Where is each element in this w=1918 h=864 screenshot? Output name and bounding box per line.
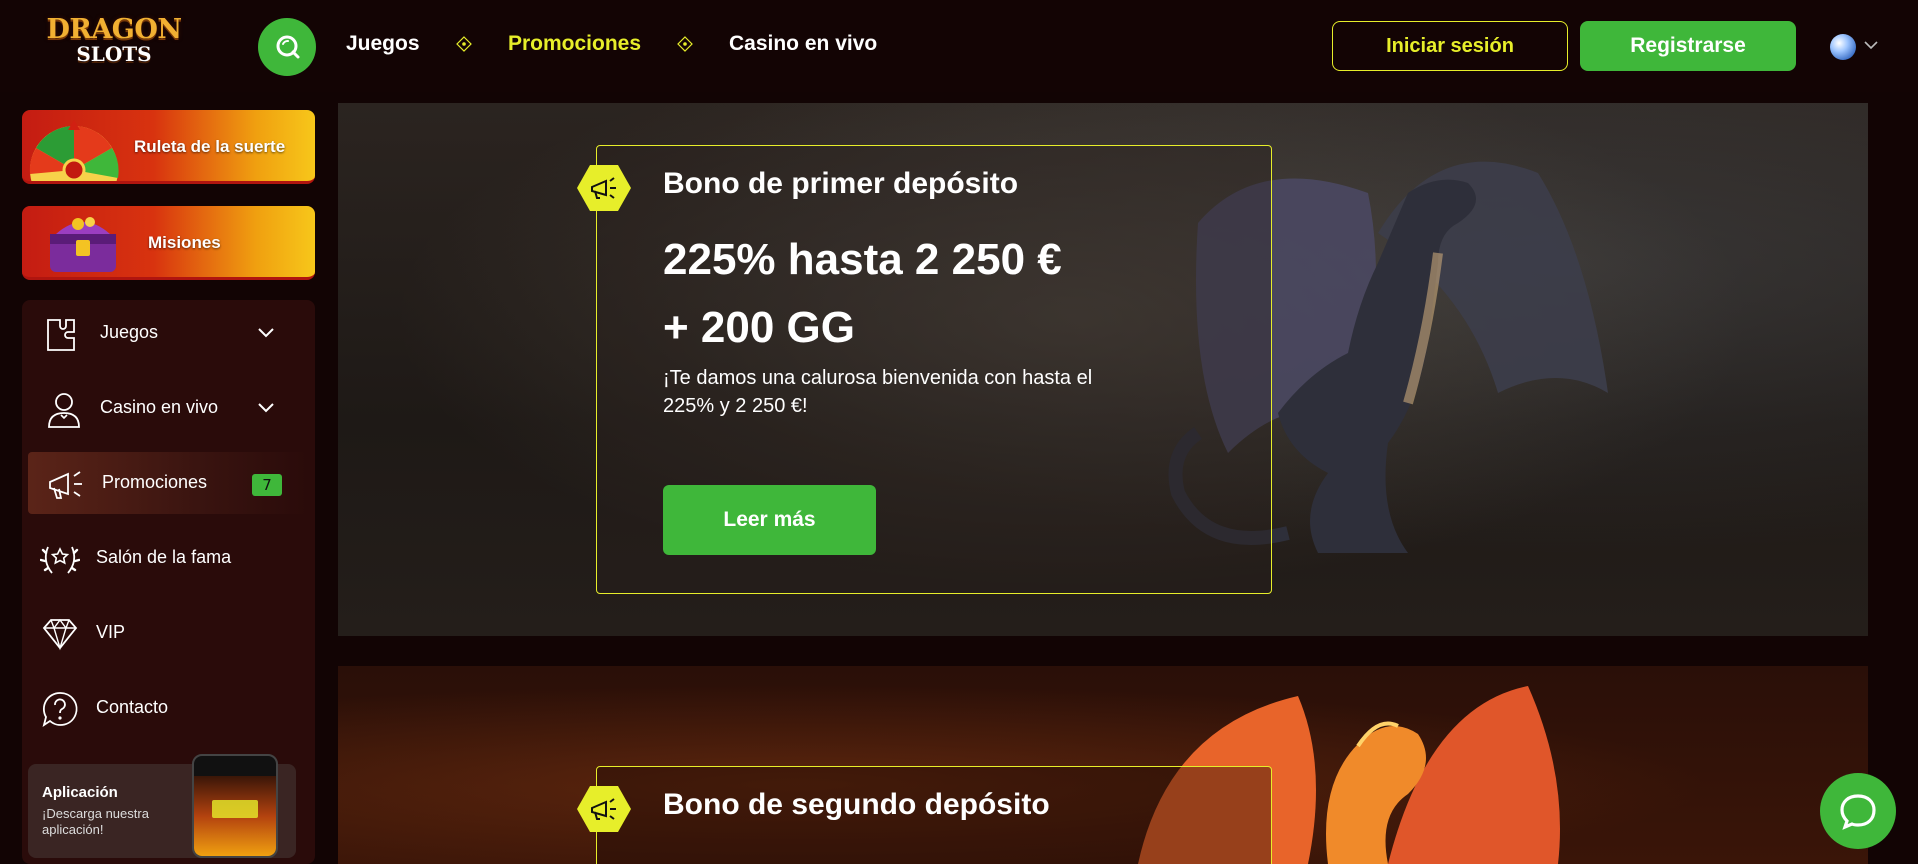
- sidebar-item-label: Juegos: [100, 322, 159, 342]
- search-button[interactable]: [258, 18, 316, 76]
- chevron-down-icon[interactable]: [258, 403, 274, 413]
- promotions-count-badge: 7: [252, 474, 282, 496]
- sidebar-item-juegos[interactable]: Juegos: [22, 302, 315, 364]
- bonus-title: Bono de segundo depósito: [663, 788, 1050, 821]
- sidebar-item-label: VIP: [96, 622, 126, 642]
- chevron-down-icon[interactable]: [1864, 40, 1878, 50]
- chat-button[interactable]: [1820, 773, 1896, 849]
- dealer-icon: [48, 393, 80, 428]
- logo[interactable]: DRAGON SLOTS: [44, 12, 184, 68]
- wheel-label: Ruleta de la suerte: [134, 137, 286, 156]
- app-text: ¡Descarga nuestra aplicación!: [42, 806, 149, 837]
- sidebar-item-casino-en-vivo[interactable]: Casino en vivo: [22, 377, 315, 439]
- bonus-description: ¡Te damos una calurosa bienvenida con ha…: [663, 367, 1093, 417]
- nav-promociones[interactable]: Promociones: [508, 32, 641, 56]
- sidebar-item-salon-de-la-fama[interactable]: Salón de la fama: [22, 527, 315, 589]
- promo-banner-first-deposit: Bono de primer depósito 225% hasta 2 250…: [338, 103, 1868, 636]
- phone-mockup: [192, 754, 278, 858]
- sidebar-item-label: Casino en vivo: [100, 397, 219, 417]
- puzzle-icon: [47, 319, 75, 351]
- bonus-amount-line1: 225% hasta 2 250 €: [663, 235, 1062, 284]
- sidebar-item-label: Contacto: [96, 697, 169, 717]
- bonus-title: Bono de primer depósito: [663, 167, 1019, 200]
- login-button[interactable]: Iniciar sesión: [1332, 21, 1568, 71]
- sidebar-item-label: Salón de la fama: [96, 547, 232, 567]
- diamond-separator-icon: [677, 36, 693, 52]
- sidebar-item-contacto[interactable]: Contacto: [22, 677, 315, 739]
- treasure-chest-icon: [50, 217, 116, 272]
- register-button[interactable]: Registrarse: [1580, 21, 1796, 71]
- diamond-separator-icon: [456, 36, 472, 52]
- header: DRAGON SLOTS Juegos Promociones Casino e…: [0, 0, 1918, 92]
- nav-juegos[interactable]: Juegos: [346, 32, 420, 56]
- megaphone-badge-icon: [577, 786, 631, 832]
- globe-icon[interactable]: [1830, 34, 1856, 60]
- missions-card[interactable]: Misiones: [22, 206, 315, 280]
- nav-casino-en-vivo[interactable]: Casino en vivo: [729, 32, 877, 56]
- app-download-card[interactable]: Aplicación ¡Descarga nuestra aplicación!: [28, 754, 296, 858]
- chevron-down-icon[interactable]: [258, 328, 274, 338]
- megaphone-icon: [49, 471, 82, 499]
- read-more-button[interactable]: Leer más: [663, 485, 876, 555]
- promo-banner-second-deposit: Bono de segundo depósito: [338, 666, 1868, 864]
- wheel-icon: [29, 120, 119, 181]
- bonus-amount-line2: + 200 GG: [663, 303, 856, 352]
- app-title: Aplicación: [42, 784, 118, 801]
- chat-icon: [1840, 794, 1876, 830]
- logo-bottom-text: SLOTS: [76, 42, 152, 66]
- search-icon: [276, 35, 300, 59]
- logo-top-text: DRAGON: [46, 14, 182, 45]
- sidebar-item-promociones[interactable]: Promociones 7: [28, 452, 308, 514]
- wheel-of-fortune-card[interactable]: Ruleta de la suerte: [22, 110, 315, 184]
- sidebar-item-vip[interactable]: VIP: [22, 602, 315, 664]
- laurel-icon: [40, 546, 80, 574]
- megaphone-badge-icon: [577, 165, 631, 211]
- sidebar-item-label: Promociones: [102, 472, 208, 492]
- missions-label: Misiones: [148, 233, 221, 252]
- diamond-icon: [42, 618, 78, 651]
- help-icon: [42, 692, 78, 728]
